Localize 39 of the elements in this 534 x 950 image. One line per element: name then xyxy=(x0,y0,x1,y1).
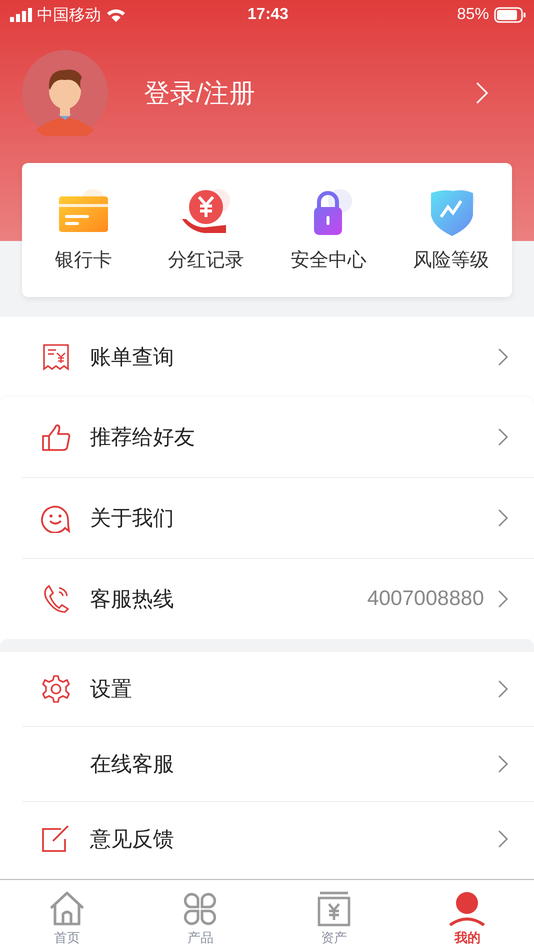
avatar[interactable] xyxy=(22,50,108,136)
menu-item[interactable]: 设置 xyxy=(0,652,534,726)
menu-item[interactable]: 在线客服 xyxy=(0,727,534,801)
battery-percent: 85% xyxy=(456,6,489,24)
carrier-name: 中国移动 xyxy=(37,6,101,26)
phone-icon xyxy=(42,584,70,614)
shortcut-item[interactable]: 风险等级 xyxy=(390,163,512,297)
smiley-chat-icon xyxy=(41,503,71,533)
menu-item[interactable]: 关于我们 xyxy=(0,478,534,558)
battery-icon xyxy=(494,7,526,23)
person-icon xyxy=(448,891,486,927)
shortcut-item[interactable]: 安全中心 xyxy=(267,163,390,297)
menu-item[interactable]: 推荐给好友 xyxy=(0,397,534,477)
chevron-right-icon xyxy=(498,830,508,848)
hotline-number: 4007008880 xyxy=(367,587,484,611)
chevron-right-icon xyxy=(498,590,508,608)
chevron-right-icon xyxy=(498,428,508,446)
menu-item[interactable]: 意见反馈 xyxy=(0,802,534,876)
chevron-right-icon xyxy=(498,680,508,698)
clock-time: 17:43 xyxy=(248,6,288,24)
grid-icon xyxy=(182,891,218,927)
signal-icon xyxy=(10,8,32,22)
shortcut-item[interactable]: 分红记录 xyxy=(144,163,267,297)
bill-icon xyxy=(42,343,70,371)
box-icon xyxy=(316,891,352,927)
menu-item[interactable]: 客服热线 4007008880 xyxy=(0,559,534,639)
menu-item[interactable]: 账单查询 xyxy=(0,317,534,397)
home-icon xyxy=(48,891,86,927)
chevron-right-icon xyxy=(498,509,508,527)
chevron-right-icon xyxy=(498,348,508,366)
gear-icon xyxy=(41,674,71,704)
thumbs-up-icon xyxy=(41,423,71,451)
wifi-icon xyxy=(106,8,126,22)
edit-icon xyxy=(41,825,71,853)
chevron-right-icon[interactable] xyxy=(476,82,488,104)
chevron-right-icon xyxy=(498,755,508,773)
login-register-link[interactable]: 登录/注册 xyxy=(144,76,476,110)
tab-item[interactable]: 我的 xyxy=(400,880,534,950)
shortcut-item[interactable]: 银行卡 xyxy=(22,163,144,297)
